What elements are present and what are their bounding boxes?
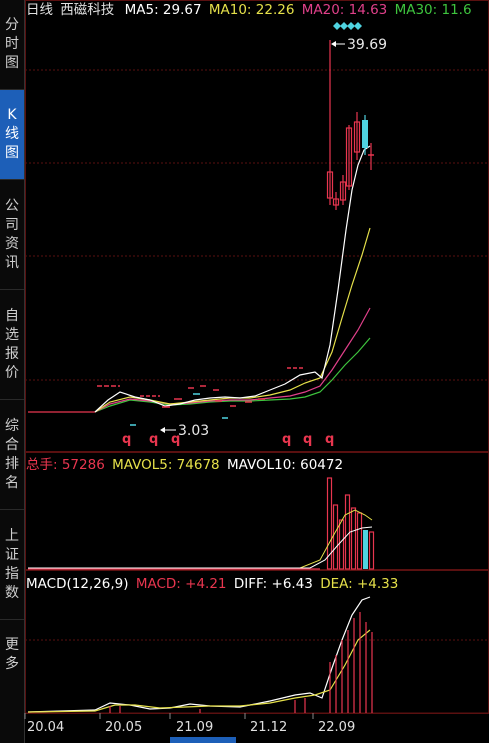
ma10-line: [94, 227, 371, 413]
volume-bar: [356, 512, 363, 570]
bottom-period-tab[interactable]: [170, 737, 236, 743]
mavol5-value: MAVOL5: 74678: [112, 457, 220, 473]
diff-line: [27, 596, 371, 713]
volume-header: 总手: 57286 MAVOL5: 74678 MAVOL10: 60472: [26, 457, 346, 473]
x-label: 21.12: [250, 720, 288, 735]
macd-name: MACD(12,26,9): [26, 576, 129, 592]
diff-value: DIFF: +6.43: [233, 576, 313, 592]
diamond-icon: [354, 22, 362, 30]
period-label: 日线: [26, 2, 53, 18]
high-price-label: 39.69: [347, 37, 387, 53]
volume-bar: [344, 494, 351, 570]
q-marker: q: [282, 432, 291, 447]
low-annotation: 3.03: [160, 423, 209, 439]
q-marker: q: [325, 432, 334, 447]
x-label: 20.04: [27, 720, 65, 735]
mavol5-line: [28, 509, 373, 569]
diamond-icon: [340, 22, 348, 30]
ma10-value: MA10: 22.26: [208, 2, 295, 18]
volume-bar: [350, 507, 357, 570]
x-label: 20.05: [105, 720, 143, 735]
total-volume: 总手: 57286: [26, 457, 105, 473]
q-marker: q: [122, 432, 131, 447]
candles-early: [97, 367, 304, 426]
q-marker: q: [303, 432, 312, 447]
volume-bar: [368, 531, 375, 570]
volume-bar-down: [363, 530, 368, 569]
macd-panel: [27, 596, 373, 713]
q-marker: q: [149, 432, 158, 447]
dea-line: [27, 629, 371, 713]
grid: [25, 0, 489, 714]
ma5-value: MA5: 29.67: [124, 2, 202, 18]
signal-diamonds: [333, 22, 362, 30]
arrow-left-icon: [160, 427, 165, 433]
macd-value: MACD: +4.21: [135, 576, 227, 592]
volume-bar: [338, 519, 345, 570]
macd-header: MACD(12,26,9) MACD: +4.21 DIFF: +6.43 DE…: [26, 576, 401, 592]
low-price-label: 3.03: [178, 423, 209, 439]
q-markers: q q q q q q: [122, 432, 334, 447]
ma5-line: [94, 145, 371, 413]
volume-bars: [28, 477, 375, 570]
x-label: 21.09: [176, 720, 214, 735]
ma30-value: MA30: 11.6: [394, 2, 472, 18]
x-label: 22.09: [318, 720, 356, 735]
high-annotation: 39.69: [331, 37, 387, 53]
ma20-value: MA20: 14.63: [301, 2, 388, 18]
q-marker: q: [171, 432, 180, 447]
price-header: 日线 西磁科技 MA5: 29.67 MA10: 22.26 MA20: 14.…: [26, 2, 475, 18]
mavol10-line: [28, 526, 373, 569]
diamond-icon: [347, 22, 355, 30]
candle-body-down: [362, 120, 368, 148]
diamond-icon: [333, 22, 341, 30]
dea-value: DEA: +4.33: [320, 576, 399, 592]
candles-recent: [326, 40, 374, 210]
mavol10-value: MAVOL10: 60472: [226, 457, 344, 473]
arrow-left-icon: [331, 41, 336, 47]
stock-name: 西磁科技: [60, 2, 115, 18]
macd-histogram: [109, 612, 373, 713]
kline-chart[interactable]: 39.69 3.03 q q q q q q: [0, 0, 489, 743]
volume-bar: [332, 504, 339, 570]
